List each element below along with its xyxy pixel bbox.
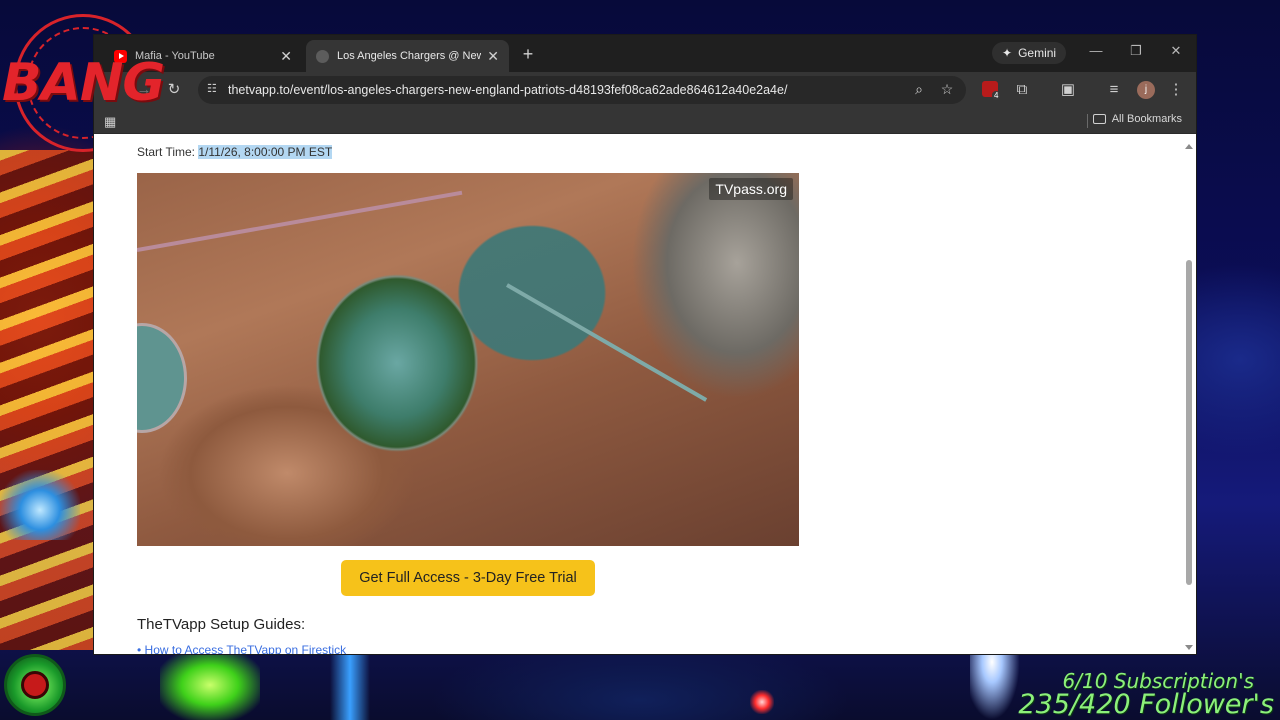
tab-title: Los Angeles Chargers @ New E <box>337 50 482 62</box>
video-frame-glasses-arm <box>137 190 463 252</box>
close-tab-icon[interactable]: ✕ <box>280 48 292 65</box>
background-blue-light <box>0 470 80 540</box>
menu-kebab-icon[interactable]: ⋮ <box>1166 80 1186 100</box>
tab-active-event[interactable]: Los Angeles Chargers @ New E ✕ <box>306 40 509 72</box>
free-trial-button[interactable]: Get Full Access - 3-Day Free Trial <box>341 560 595 596</box>
stamp-text: BANG <box>1 53 165 113</box>
background-red-light <box>750 690 774 714</box>
browser-window: Mafia - YouTube ✕ Los Angeles Chargers @… <box>94 35 1196 654</box>
address-bar[interactable]: ☷ thetvapp.to/event/los-angeles-chargers… <box>198 76 966 104</box>
zoom-icon[interactable]: ⌕ <box>910 81 928 98</box>
bookmark-star-icon[interactable]: ☆ <box>938 81 956 98</box>
gemini-label: Gemini <box>1018 46 1057 60</box>
close-window-button[interactable]: ✕ <box>1166 43 1186 59</box>
all-bookmarks-label: All Bookmarks <box>1111 113 1182 125</box>
bookmarks-divider <box>1087 114 1088 128</box>
video-player[interactable]: TVpass.org <box>137 173 799 546</box>
page-scrollbar[interactable] <box>1182 140 1196 654</box>
apps-grid-icon[interactable]: ▦ <box>104 114 116 130</box>
background-blue-stripe <box>330 655 370 720</box>
start-time: Start Time: 1/11/26, 8:00:00 PM EST <box>137 145 333 159</box>
scroll-down-arrow[interactable] <box>1185 645 1193 650</box>
profile-avatar[interactable]: j <box>1137 81 1155 99</box>
close-tab-icon[interactable]: ✕ <box>487 48 499 65</box>
folder-icon <box>1092 114 1106 124</box>
video-watermark: TVpass.org <box>709 178 793 200</box>
setup-guides-heading: TheTVapp Setup Guides: <box>137 616 306 633</box>
scrollbar-thumb[interactable] <box>1186 260 1192 585</box>
guide-link-firestick[interactable]: • How to Access TheTVapp on Firestick <box>137 643 346 654</box>
video-frame-glasses-arm <box>506 283 708 402</box>
minimize-button[interactable]: — <box>1086 43 1106 58</box>
background-neon-sign <box>0 150 96 650</box>
music-record-icon <box>4 654 66 716</box>
background-green-light <box>160 655 260 720</box>
cast-search-icon[interactable]: ▣ <box>1058 80 1078 100</box>
browser-toolbar: ← → ↻ ☷ thetvapp.to/event/los-angeles-ch… <box>94 72 1196 108</box>
globe-icon <box>316 49 329 63</box>
sparkle-icon: ✦ <box>1002 46 1013 60</box>
all-bookmarks-button[interactable]: All Bookmarks <box>1092 113 1182 125</box>
site-info-icon[interactable]: ☷ <box>207 82 221 96</box>
stream-goals-overlay: 6/10 Subscription's 235/420 Follower's <box>1018 671 1274 718</box>
extensions-puzzle-icon[interactable]: ⧉ <box>1012 80 1032 100</box>
start-time-label: Start Time: <box>137 145 196 159</box>
restore-button[interactable]: ❐ <box>1126 43 1146 59</box>
followers-goal: 235/420 Follower's <box>1018 689 1274 720</box>
video-frame-lens <box>137 323 187 433</box>
tab-strip: Mafia - YouTube ✕ Los Angeles Chargers @… <box>94 35 1196 72</box>
bookmarks-bar: ▦ All Bookmarks <box>94 108 1196 134</box>
gemini-button[interactable]: ✦ Gemini <box>992 42 1067 64</box>
page-content: Start Time: 1/11/26, 8:00:00 PM EST TVpa… <box>94 140 1182 654</box>
background-white-light <box>970 648 1020 720</box>
reload-button[interactable]: ↻ <box>164 80 184 100</box>
subscriptions-goal: 6/10 Subscription's <box>1062 669 1254 693</box>
extension-badge: 4 <box>992 91 1001 100</box>
media-controls-icon[interactable]: ≡ <box>1104 80 1124 100</box>
start-time-value: 1/11/26, 8:00:00 PM EST <box>198 145 333 159</box>
extension-icon[interactable]: 4 <box>982 81 1001 100</box>
new-tab-button[interactable]: + <box>518 44 538 65</box>
url-text: thetvapp.to/event/los-angeles-chargers-n… <box>228 83 788 97</box>
scroll-up-arrow[interactable] <box>1185 144 1193 149</box>
